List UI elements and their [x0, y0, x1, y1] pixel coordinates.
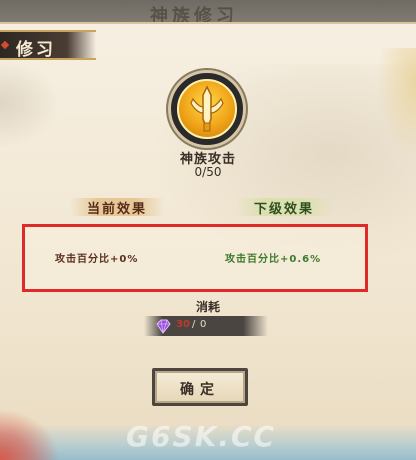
consume-label: 消耗: [195, 300, 220, 314]
next-effect-header: 下级效果: [236, 198, 332, 217]
skill-level: 0/50: [194, 165, 222, 179]
consume-separator: /: [192, 319, 196, 330]
confirm-button-label: 确定: [180, 382, 220, 398]
skill-icon-frame[interactable]: [168, 70, 246, 148]
watermark: G6SK.CC: [126, 420, 277, 453]
consume-required: 0: [200, 319, 207, 330]
page-title: 修习: [16, 40, 56, 60]
purple-gem-icon: [156, 319, 171, 334]
confirm-button[interactable]: 确定: [152, 368, 248, 406]
current-effect-value: 攻击百分比+0%: [55, 254, 139, 265]
next-effect-value: 攻击百分比+0.6%: [225, 254, 322, 265]
decoration-left: [0, 58, 60, 148]
effect-highlight-box: 攻击百分比+0% 攻击百分比+0.6%: [22, 224, 368, 292]
consume-bar: 30 / 0: [144, 316, 268, 336]
decoration-right: [376, 48, 416, 158]
title-marker-icon: [0, 40, 10, 50]
title-tab: 修习: [0, 30, 96, 60]
sword-emblem-icon: [177, 79, 237, 139]
consume-owned: 30: [176, 319, 190, 330]
current-effect-header: 当前效果: [70, 198, 164, 217]
corner-decoration: [0, 400, 70, 460]
